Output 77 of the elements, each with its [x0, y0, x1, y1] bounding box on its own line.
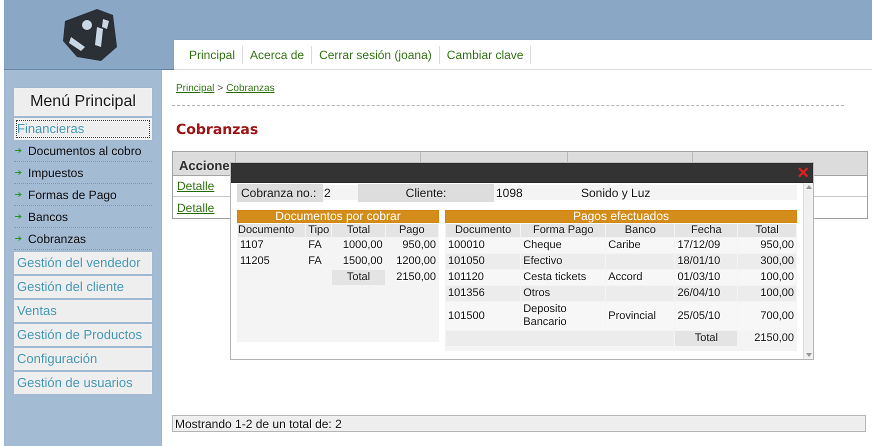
column-header: Total	[332, 224, 385, 237]
table-cell: 700,00	[760, 310, 794, 322]
table-cell: 100010	[448, 239, 485, 251]
sidebar-subitem[interactable]: Formas de Pago	[28, 186, 117, 204]
sidebar-item[interactable]: Ventas	[16, 302, 150, 320]
nav-link[interactable]: Acerca de	[243, 46, 312, 64]
column-header: Tipo	[306, 224, 332, 237]
table-cell: 950,00	[760, 239, 794, 251]
table-cell: Accord	[608, 271, 642, 283]
sidebar-title: Menú Principal	[14, 88, 152, 116]
scroll-up-icon[interactable]	[806, 185, 812, 189]
total-label: Total	[332, 270, 385, 285]
column-header: Banco	[606, 224, 674, 237]
sidebar-item[interactable]: Financieras	[16, 120, 150, 138]
table-cell: Caribe	[608, 239, 641, 251]
column-header: Forma Pago	[521, 224, 606, 237]
record-count: Mostrando 1-2 de un total de: 2	[175, 416, 342, 432]
sidebar-subitem[interactable]: Documentos al cobro	[28, 142, 142, 160]
column-header: Documento	[238, 224, 306, 237]
table-title: Documentos por cobrar	[237, 210, 439, 223]
table-cell: 101356	[448, 287, 485, 299]
sidebar-subitem[interactable]: Cobranzas	[28, 230, 86, 248]
field-value: 1098	[495, 184, 524, 202]
scrollbar[interactable]	[803, 183, 813, 359]
total-value: 2150,00	[395, 270, 437, 285]
table-title: Pagos efectuados	[445, 210, 797, 223]
sidebar-item[interactable]: Configuración	[16, 350, 150, 368]
field-value: 2	[323, 184, 332, 202]
table-cell: 25/05/10	[677, 310, 720, 322]
total-label: Total	[675, 331, 738, 346]
table-cell: 26/04/10	[677, 287, 720, 299]
breadcrumb-separator: >	[217, 82, 224, 96]
column-header: Pago	[386, 224, 438, 237]
table-cell: 17/12/09	[677, 239, 720, 251]
field-label: Cliente:	[358, 184, 494, 202]
table-cell: Provincial	[608, 310, 656, 322]
nav-link[interactable]: Principal	[182, 46, 244, 64]
sidebar-item[interactable]: Gestión de Productos	[16, 326, 150, 344]
table-cell: Cesta tickets	[523, 271, 586, 283]
arrow-icon	[15, 236, 22, 241]
table-cell: 101050	[448, 255, 485, 267]
arrow-icon	[15, 192, 22, 197]
table-cell: Efectivo	[523, 255, 562, 267]
detail-link[interactable]: Detalle	[177, 177, 214, 195]
column-header: Documento	[446, 224, 520, 237]
table-cell: Deposito Bancario	[523, 303, 567, 328]
arrow-icon	[15, 148, 22, 153]
detail-link[interactable]: Detalle	[177, 198, 214, 216]
scroll-down-icon[interactable]	[806, 353, 812, 357]
field-value: Sonido y Luz	[581, 184, 650, 202]
arrow-icon	[15, 214, 22, 219]
table-cell: 01/03/10	[677, 271, 720, 283]
column-header: Fecha	[675, 224, 738, 237]
table-cell: 100,00	[760, 287, 794, 299]
close-button[interactable]: ×	[797, 163, 809, 183]
sidebar-item[interactable]: Gestión de usuarios	[16, 374, 150, 392]
sidebar-subitem[interactable]: Bancos	[28, 208, 68, 226]
nav-link[interactable]: Cerrar sesión (joana)	[312, 46, 440, 64]
field-label: Cobranza no.:	[237, 184, 323, 202]
column-header: Total	[738, 224, 796, 237]
arrow-icon	[15, 170, 22, 175]
breadcrumb-link[interactable]: Principal	[176, 81, 214, 96]
page-title: Cobranzas	[176, 121, 260, 140]
column-header: Accione	[178, 157, 231, 175]
table-cell: 101120	[448, 271, 484, 283]
sidebar-item[interactable]: Gestión del vendedor	[16, 254, 150, 272]
table-cell: 18/01/10	[677, 255, 720, 267]
table-cell: 300,00	[760, 255, 794, 267]
table-cell: Otros	[523, 287, 550, 299]
table-cell: Cheque	[523, 239, 562, 251]
sidebar-subitem[interactable]: Impuestos	[28, 164, 84, 182]
table-cell: 100,00	[760, 271, 794, 283]
breadcrumb-link[interactable]: Cobranzas	[226, 81, 275, 96]
total-value: 2150,00	[753, 331, 795, 346]
nav-link[interactable]: Cambiar clave	[440, 46, 532, 64]
table-cell: 101500	[448, 310, 485, 322]
sidebar-item[interactable]: Gestión del cliente	[16, 278, 150, 296]
